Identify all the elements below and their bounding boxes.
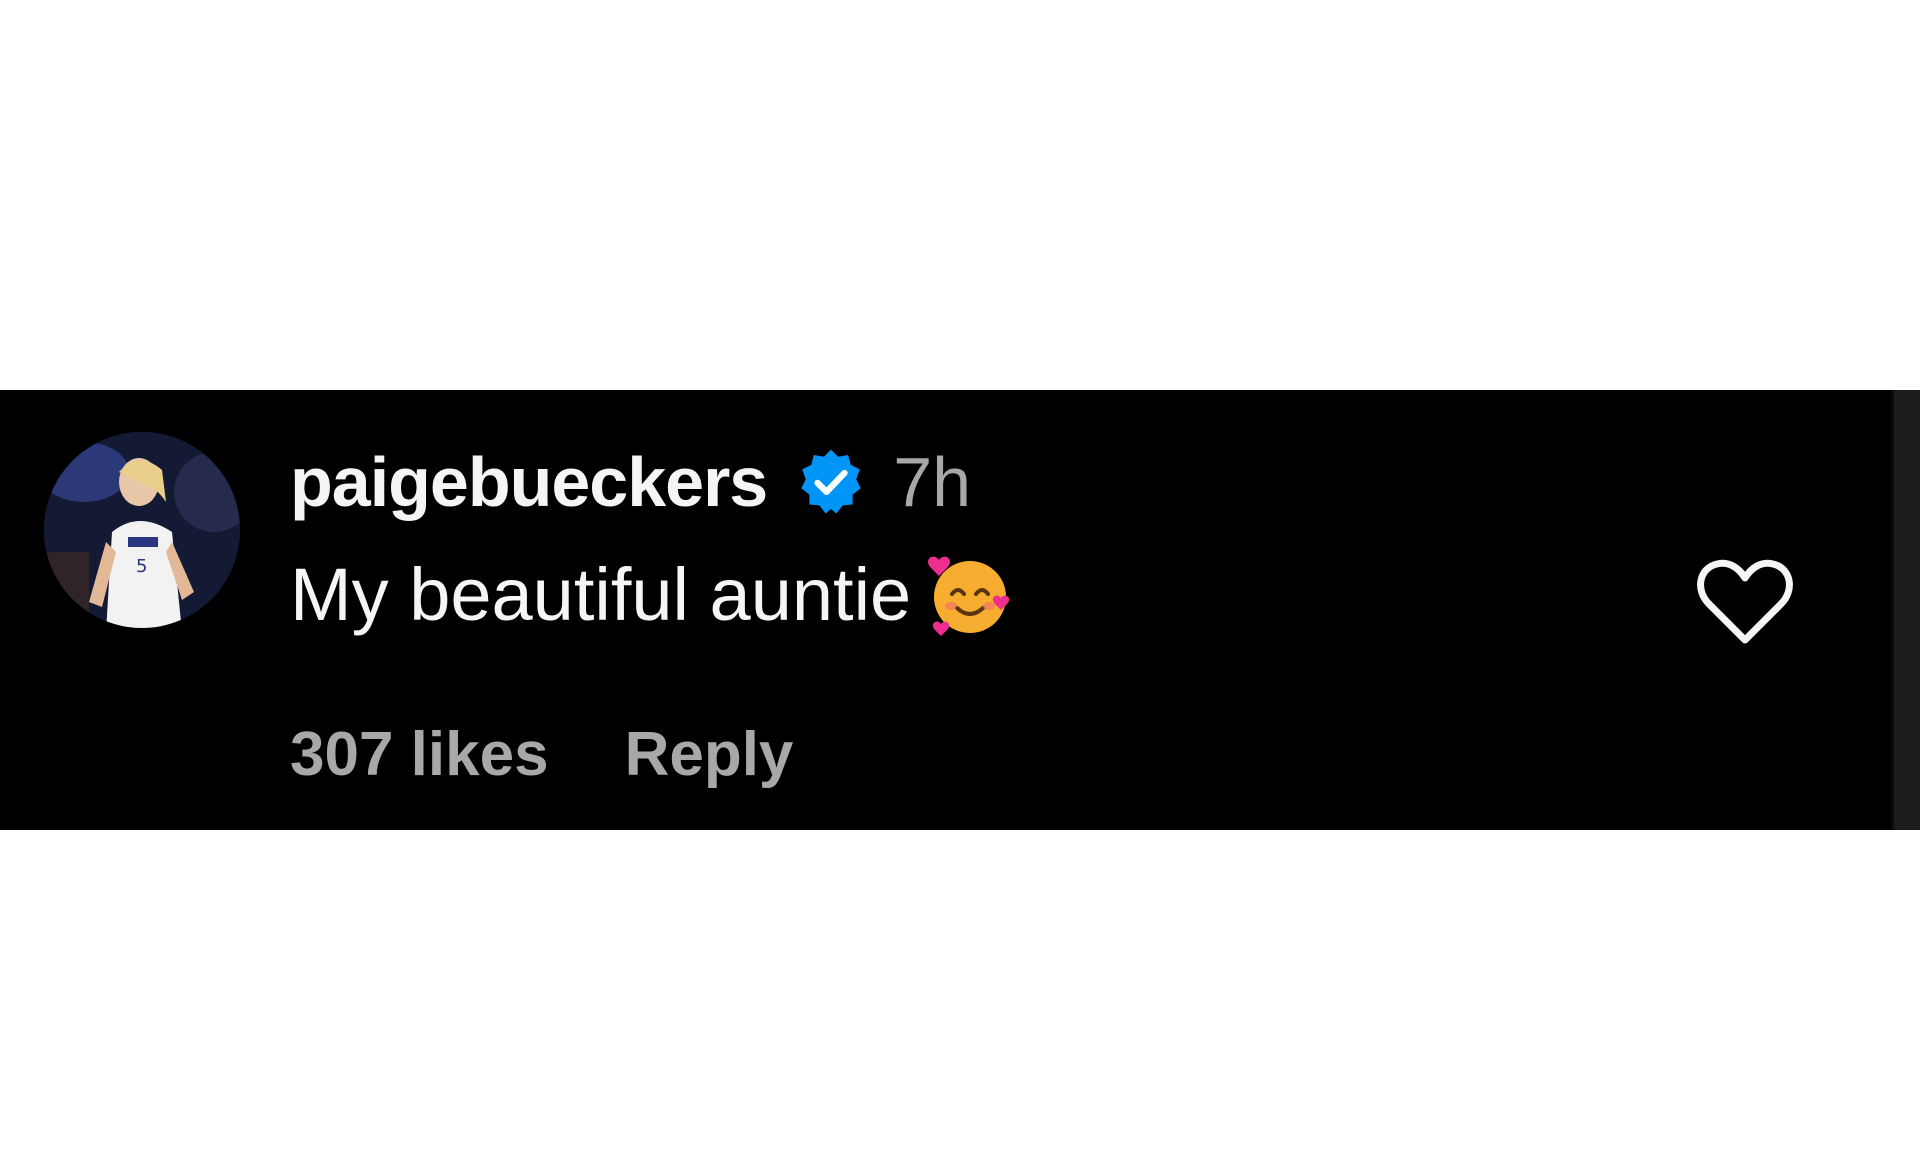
comment-header: paigebueckers 7h [290, 442, 971, 522]
avatar[interactable]: 5 [44, 432, 240, 628]
verified-badge-icon [795, 446, 867, 518]
username[interactable]: paigebueckers [290, 442, 768, 522]
page: 5 paigebueckers 7h My beautiful auntie 3… [0, 0, 1920, 1152]
likes-count[interactable]: 307 likes [290, 715, 549, 795]
comment-actions: 307 likes Reply [290, 715, 793, 795]
svg-text:5: 5 [136, 556, 147, 577]
heart-outline-icon[interactable] [1695, 558, 1795, 648]
comment-body: My beautiful auntie [290, 553, 912, 636]
comment-timestamp[interactable]: 7h [893, 442, 971, 522]
scrollbar[interactable] [1891, 390, 1920, 830]
comment-text: My beautiful auntie [290, 550, 1015, 640]
smiling-face-with-hearts-icon [925, 550, 1015, 640]
comment-row: 5 paigebueckers 7h My beautiful auntie 3… [0, 390, 1920, 830]
reply-button[interactable]: Reply [625, 715, 794, 795]
